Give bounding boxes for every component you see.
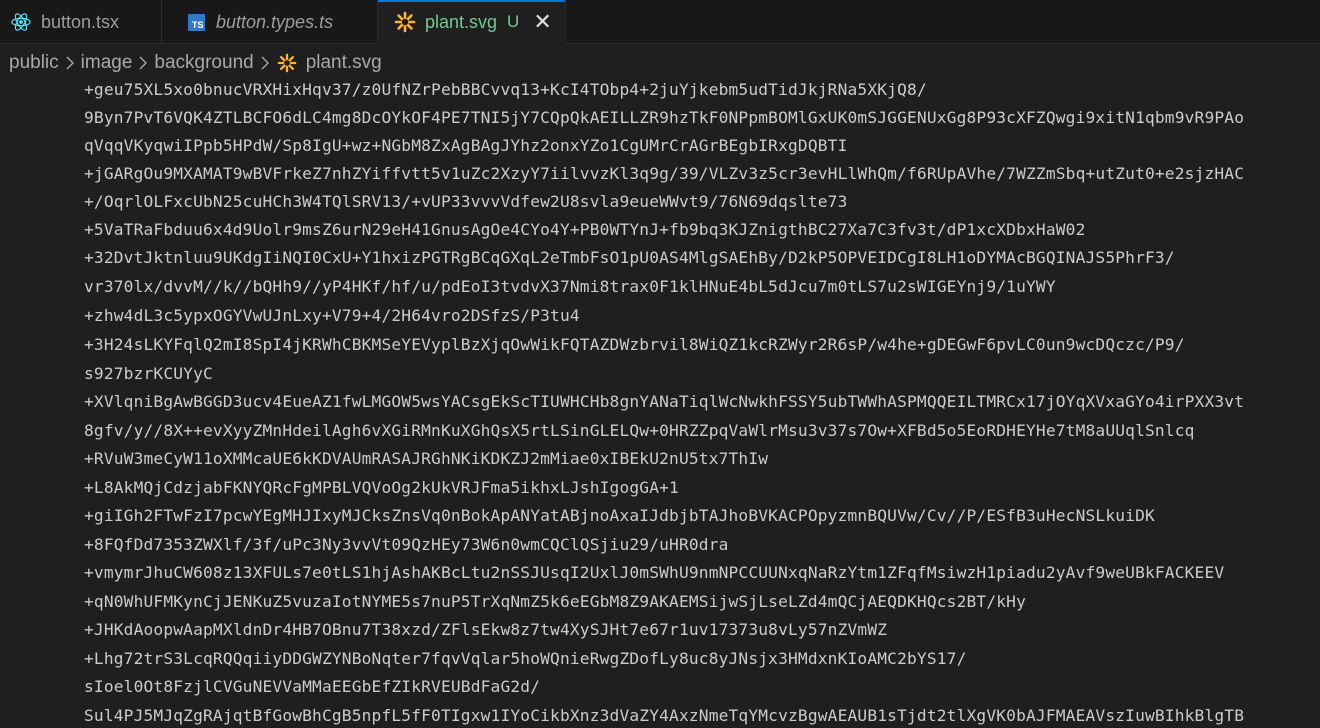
code-line: sIoel0Ot8FzjlCVGuNEVVaMMaEEGbEfZIkRVEUBd…	[84, 677, 541, 696]
code-editor[interactable]: +geu75XL5xo0bnucVRXHixHqv37/z0UfNZrPebBB…	[0, 82, 1320, 728]
tab-bar: button.tsx TS button.types.ts plant.svg …	[0, 0, 1320, 44]
chevron-right-icon	[65, 55, 75, 71]
breadcrumb: public image background plant.svg	[0, 44, 1320, 82]
tab-plant-svg[interactable]: plant.svg U ✕	[378, 0, 566, 44]
untracked-status-badge: U	[507, 12, 520, 31]
tab-label: plant.svg	[425, 11, 498, 32]
code-line: +L8AkMQjCdzjabFKNYQRcFgMPBLVQVoOg2kUkVRJ…	[84, 478, 679, 497]
code-line: +32DvtJktnluu9UKdgIiNQI0CxU+Y1hxizPGTRgB…	[84, 248, 1175, 267]
breadcrumb-item-image[interactable]: image	[81, 52, 133, 74]
code-line: +8FQfDd7353ZWXlf/3f/uPc3Ny3vvVt09QzHEy73…	[84, 535, 729, 554]
code-line: +XVlqniBgAwBGGD3ucv4EueAZ1fwLMGOW5wsYACs…	[84, 392, 1245, 411]
code-line: 9Byn7PvT6VQK4ZTLBCFO6dLC4mg8DcOYkOF4PE7T…	[84, 108, 1245, 127]
code-line: Sul4PJ5MJqZgRAjqtBfGowBhCgB5npfL5fF0TIgx…	[84, 706, 1245, 725]
chevron-right-icon	[138, 55, 148, 71]
svg-file-icon	[393, 10, 417, 34]
code-line: +3H24sLKYFqlQ2mI8SpI4jKRWhCBKMSeYEVyplBz…	[84, 335, 1185, 354]
code-line: +geu75XL5xo0bnucVRXHixHqv37/z0UfNZrPebBB…	[84, 82, 927, 99]
tab-button-types-ts[interactable]: TS button.types.ts	[162, 0, 378, 44]
code-line: +giIGh2FTwFzI7pcwYEgMHJIxyMJCksZnsVq0nBo…	[84, 506, 1155, 525]
tab-button-tsx[interactable]: button.tsx	[0, 0, 162, 44]
code-line: +qN0WhUFMKynCjJENKuZ5vuzaIotNYME5s7nuP5T…	[84, 592, 1026, 611]
breadcrumb-item-public[interactable]: public	[9, 52, 59, 74]
breadcrumb-item-background[interactable]: background	[154, 52, 253, 74]
code-line: +zhw4dL3c5ypxOGYVwUJnLxy+V79+4/2H64vro2D…	[84, 306, 580, 325]
code-line: +Lhg72trS3LcqRQQqiiyDDGWZYNBoNqter7fqvVq…	[84, 649, 967, 668]
close-icon[interactable]: ✕	[533, 11, 551, 33]
tab-label: button.tsx	[41, 11, 120, 32]
code-line: +/OqrlOLFxcUbN25cuHCh3W4TQlSRV13/+vUP33v…	[84, 192, 848, 211]
code-line: qVqqVKyqwiIPpb5HPdW/Sp8IgU+wz+NGbM8ZxAgB…	[84, 136, 848, 155]
code-line: vr370lx/dvvM//k//bQHh9//yP4HKf/hf/u/pdEo…	[84, 277, 1056, 296]
code-line: +JHKdAoopwAapMXldnDr4HB7OBnu7T38xzd/ZFls…	[84, 620, 888, 639]
code-line: 8gfv/y//8X++evXyyZMnHdeilAgh6vXGiRMnKuXG…	[84, 421, 1195, 440]
code-line: s927bzrKCUYyC	[84, 364, 213, 383]
svg-file-icon	[276, 52, 298, 74]
code-line: +RVuW3meCyW11oXMMcaUE6kKDVAUmRASAJRGhNKi…	[84, 449, 769, 468]
tab-label: button.types.ts	[216, 11, 334, 32]
code-line: +vmymrJhuCW608z13XFULs7e0tLS1hjAshAKBcLt…	[84, 563, 1225, 582]
chevron-right-icon	[260, 55, 270, 71]
code-line: +5VaTRaFbduu6x4d9Uolr9msZ6urN29eH41GnusA…	[84, 220, 1086, 239]
typescript-icon: TS	[184, 10, 208, 34]
breadcrumb-item-plant-svg[interactable]: plant.svg	[306, 52, 382, 74]
react-icon	[9, 10, 33, 34]
code-line: +jGARgOu9MXAMAT9wBVFrkeZ7nhZYiffvtt5v1uZ…	[84, 164, 1245, 183]
